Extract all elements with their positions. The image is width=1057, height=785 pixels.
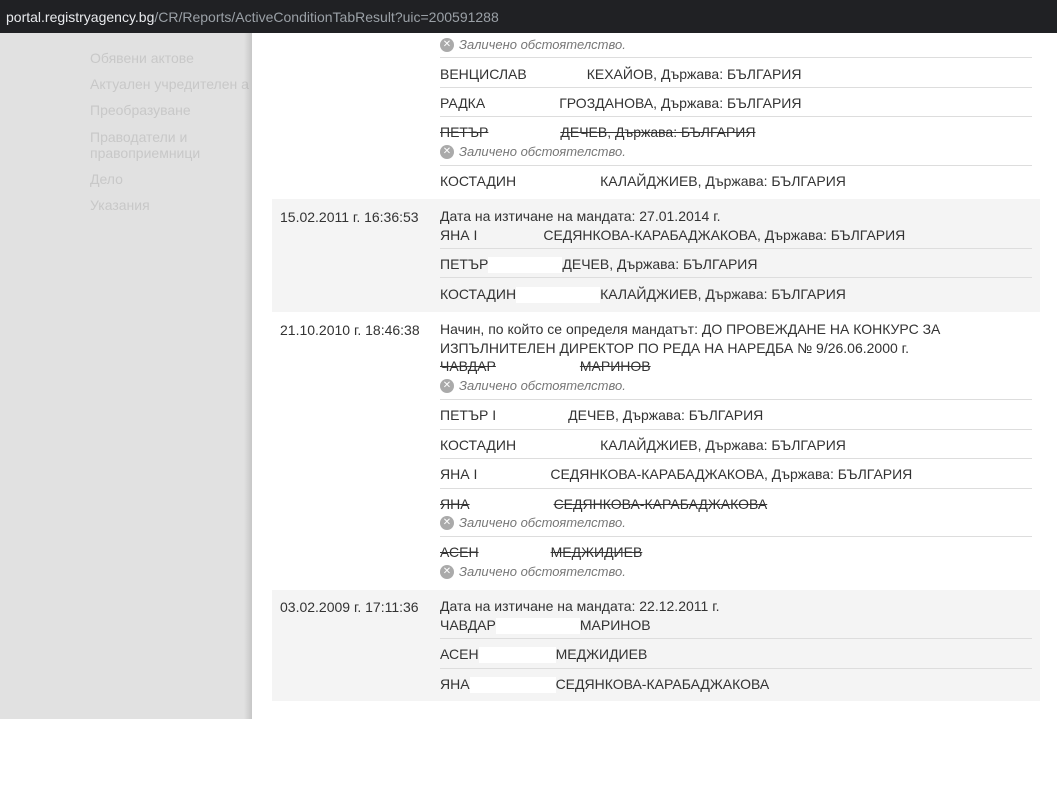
record-note: Начин, по който се определя мандатът: ДО… (440, 321, 941, 337)
url-path: /CR/Reports/ActiveConditionTabResult?uic… (154, 8, 499, 25)
url-domain: portal.registryagency.bg (6, 8, 155, 25)
deleted-notice: ✕ Заличено обстоятелство. (440, 378, 626, 393)
sidebar-item-predecessors[interactable]: Праводатели и (90, 129, 187, 145)
record-block: 21.10.2010 г. 18:46:38 Начин, по който с… (272, 312, 1040, 584)
deleted-notice: ✕ Заличено обстоятелство. (440, 144, 626, 159)
person-entry: КОСТАДИН КАЛАЙДЖИЕВ, Държава: БЪЛГАРИЯ (440, 286, 846, 304)
record-date: 15.02.2011 г. 16:36:53 (280, 209, 419, 225)
record-date: 03.02.2009 г. 17:11:36 (280, 599, 419, 615)
person-entry: ЧАВДАР МАРИНОВ (440, 617, 651, 635)
close-circle-icon: ✕ (440, 515, 454, 530)
person-entry: ЯНА СЕДЯНКОВА-КАРАБАДЖАКОВА (440, 676, 770, 694)
close-circle-icon: ✕ (440, 37, 454, 52)
deleted-notice: ✕ Заличено обстоятелство. (440, 564, 626, 579)
person-entry-deleted: ПЕТЪР ДЕЧЕВ, Държава: БЪЛГАРИЯ (440, 124, 756, 140)
sidebar-item-case[interactable]: Дело (90, 171, 123, 187)
browser-address-bar[interactable]: portal.registryagency.bg/CR/Reports/Acti… (0, 0, 1057, 33)
close-circle-icon: ✕ (440, 378, 454, 393)
deleted-notice: ✕ Заличено обстоятелство. (440, 37, 626, 52)
sidebar-item-successors[interactable]: правоприемници (90, 145, 200, 161)
record-note-cont: ИЗПЪЛНИТЕЛЕН ДИРЕКТОР ПО РЕДА НА НАРЕДБА… (440, 340, 909, 356)
record-note: Дата на изтичане на мандата: 22.12.2011 … (440, 598, 720, 614)
person-entry: ПЕТЪР ДЕЧЕВ, Държава: БЪЛГАРИЯ (440, 256, 758, 274)
record-block: 03.02.2009 г. 17:11:36 Дата на изтичане … (272, 590, 1040, 701)
sidebar-item-current-founding-act[interactable]: Актуален учредителен а (90, 76, 249, 92)
person-entry-deleted: АСЕН МЕДЖИДИЕВ (440, 544, 643, 560)
url-text[interactable]: portal.registryagency.bg/CR/Reports/Acti… (0, 9, 499, 25)
person-entry: ЯНА І СЕДЯНКОВА-КАРАБАДЖАКОВА, Държава: Б… (440, 227, 906, 243)
sidebar-item-instructions[interactable]: Указания (90, 197, 150, 213)
person-entry-deleted: ЯНА СЕДЯНКОВА-КАРАБАДЖАКОВА (440, 496, 768, 512)
record-block: 15.02.2011 г. 16:36:53 Дата на изтичане … (272, 199, 1040, 312)
sidebar-item-transformation[interactable]: Преобразуване (90, 102, 191, 118)
deleted-notice: ✕ Заличено обстоятелство. (440, 515, 626, 530)
close-circle-icon: ✕ (440, 564, 454, 579)
sidebar: Обявени актове Актуален учредителен а Пр… (0, 33, 252, 719)
close-circle-icon: ✕ (440, 144, 454, 159)
main-content: ✕ Заличено обстоятелство. ВЕНЦИСЛАВ КЕХАЙО… (252, 33, 1057, 719)
person-entry-deleted: ЧАВДАР МАРИНОВ (440, 358, 651, 374)
person-entry: ЯНА І СЕДЯНКОВА-КАРАБАДЖАКОВА, Държава: Б… (440, 466, 913, 482)
record-note: Дата на изтичане на мандата: 27.01.2014 … (440, 208, 721, 224)
person-entry: РАДКА ГРОЗДАНОВА, Държава: БЪЛГАРИЯ (440, 95, 802, 112)
person-entry: КОСТАДИН КАЛАЙДЖИЕВ, Държава: БЪЛГАРИЯ (440, 173, 846, 190)
record-date: 21.10.2010 г. 18:46:38 (280, 322, 420, 338)
person-entry: АСЕН МЕДЖИДИЕВ (440, 646, 648, 664)
sidebar-item-announced-acts[interactable]: Обявени актове (90, 50, 194, 66)
person-entry: ВЕНЦИСЛАВ КЕХАЙОВ, Държава: БЪЛГАРИЯ (440, 66, 802, 83)
record-continuation: ✕ Заличено обстоятелство. ВЕНЦИСЛАВ КЕХАЙО… (272, 33, 1040, 198)
person-entry: КОСТАДИН КАЛАЙДЖИЕВ, Държава: БЪЛГАРИЯ (440, 437, 846, 453)
person-entry: ПЕТЪР І ДЕЧЕВ, Държава: БЪЛГАРИЯ (440, 407, 764, 423)
